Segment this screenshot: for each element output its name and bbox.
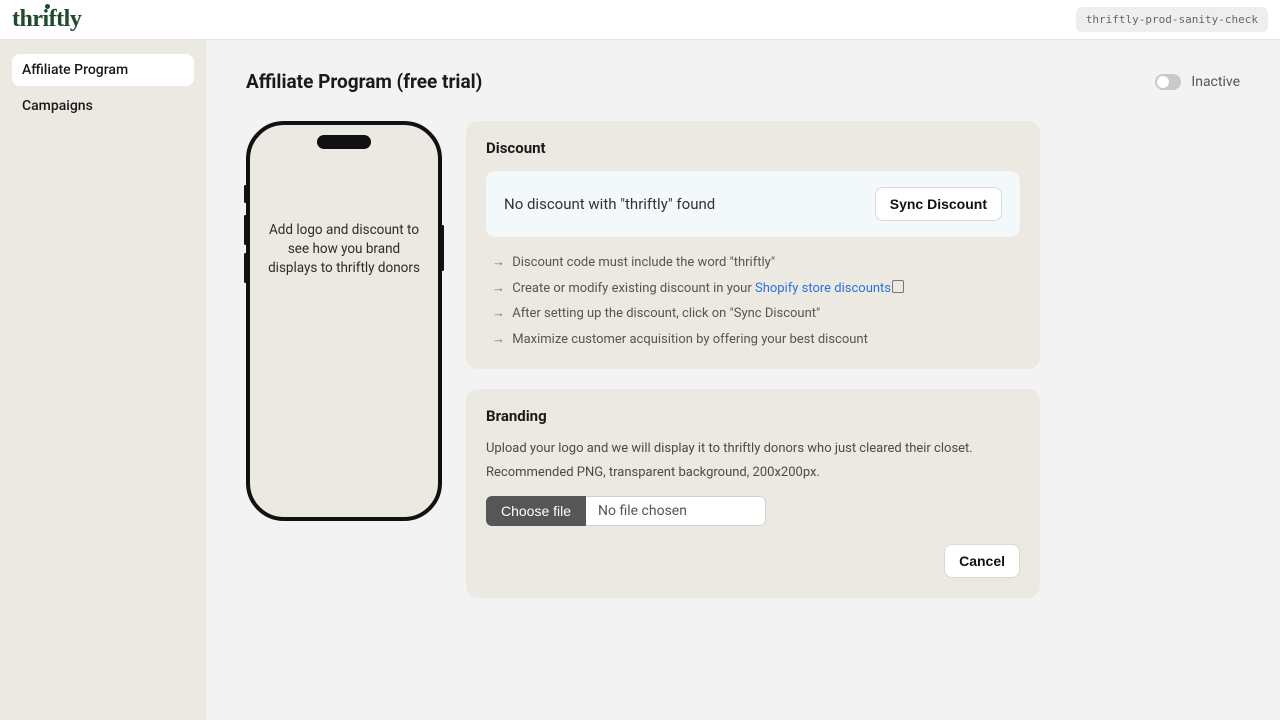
page-header: Affiliate Program (free trial) Inactive [246,70,1240,93]
phone-notch-icon [317,135,371,149]
discount-hint: → Maximize customer acquisition by offer… [492,330,1020,350]
phone-side-button-icon [441,225,444,271]
cancel-button[interactable]: Cancel [944,544,1020,578]
discount-hint: → Discount code must include the word "t… [492,253,1020,273]
discount-card: Discount No discount with "thriftly" fou… [466,121,1040,369]
branding-card-heading: Branding [486,407,1020,425]
main-content: Affiliate Program (free trial) Inactive … [206,40,1280,720]
sidebar: Affiliate Program Campaigns [0,40,206,720]
sidebar-item-label: Affiliate Program [22,62,128,78]
sidebar-item-campaigns[interactable]: Campaigns [12,90,194,122]
discount-status-panel: No discount with "thriftly" found Sync D… [486,171,1020,237]
discount-hints: → Discount code must include the word "t… [486,253,1020,349]
discount-hint: → After setting up the discount, click o… [492,304,1020,324]
toggle-knob-icon [1157,76,1169,88]
file-name-display: No file chosen [586,496,766,526]
hint-text: Discount code must include the word "thr… [512,255,775,270]
hint-text: Create or modify existing discount in yo… [512,281,755,296]
app-layout: Affiliate Program Campaigns Affiliate Pr… [0,40,1280,720]
logo-upload: Choose file No file chosen [486,496,1020,526]
sidebar-item-affiliate-program[interactable]: Affiliate Program [12,54,194,86]
choose-file-button[interactable]: Choose file [486,496,586,526]
branding-card-footer: Cancel [486,544,1020,578]
program-status: Inactive [1155,74,1240,90]
settings-cards: Discount No discount with "thriftly" fou… [466,121,1040,598]
brand-logo-dot-icon [45,4,50,9]
phone-side-button-icon [244,253,247,283]
environment-badge: thriftly-prod-sanity-check [1076,7,1268,32]
sidebar-item-label: Campaigns [22,98,93,114]
phone-preview: Add logo and discount to see how you bra… [246,121,442,521]
brand-logo: thriftly [12,6,81,33]
brand-logo-text: thriftly [12,6,81,33]
discount-hint: → Create or modify existing discount in … [492,279,1020,299]
branding-card: Branding Upload your logo and we will di… [466,389,1040,598]
arrow-right-icon: → [492,332,505,347]
app-header: thriftly thriftly-prod-sanity-check [0,0,1280,40]
hint-text: Maximize customer acquisition by offerin… [512,332,868,347]
branding-description: Upload your logo and we will display it … [486,439,1020,459]
copy-icon[interactable] [894,282,904,293]
discount-status-message: No discount with "thriftly" found [504,195,715,213]
content-row: Add logo and discount to see how you bra… [246,121,1240,598]
status-toggle[interactable] [1155,74,1181,90]
phone-preview-placeholder: Add logo and discount to see how you bra… [264,221,424,278]
hint-text: After setting up the discount, click on … [512,306,820,321]
arrow-right-icon: → [492,306,505,321]
arrow-right-icon: → [492,281,505,296]
phone-side-button-icon [244,215,247,245]
shopify-discounts-link[interactable]: Shopify store discounts [755,281,891,296]
status-label: Inactive [1191,74,1240,90]
sync-discount-button[interactable]: Sync Discount [875,187,1002,221]
phone-side-button-icon [244,185,247,203]
branding-recommendation: Recommended PNG, transparent background,… [486,463,1020,483]
page-title: Affiliate Program (free trial) [246,70,482,93]
arrow-right-icon: → [492,255,505,270]
discount-card-heading: Discount [486,139,1020,157]
